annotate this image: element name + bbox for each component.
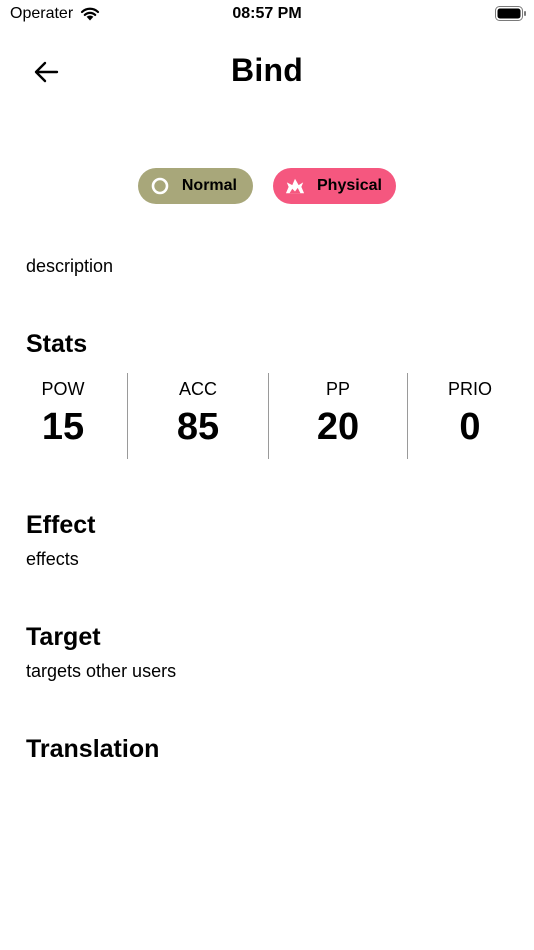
type-chips: Normal Physical	[0, 168, 534, 204]
circle-outline-icon	[150, 176, 170, 196]
move-detail-screen: Operater 08:57 PM Bind Normal Physical d…	[0, 0, 534, 950]
stat-label: POW	[41, 379, 85, 399]
stat-value: 15	[41, 406, 85, 448]
translation-heading: Translation	[26, 735, 160, 763]
stat-value: 85	[176, 406, 220, 448]
effect-text: effects	[26, 549, 79, 569]
stat-label: ACC	[178, 379, 217, 399]
stat-value: 0	[459, 406, 481, 448]
battery-icon	[495, 6, 526, 21]
stats-row: POW 15 ACC 85 PP 20 PRIO 0	[0, 373, 534, 459]
category-chip-label: Physical	[317, 177, 382, 194]
effect-heading: Effect	[26, 511, 96, 539]
page-title: Bind	[231, 52, 303, 88]
stat-acc: ACC 85	[128, 373, 268, 459]
stat-prio: PRIO 0	[408, 373, 532, 459]
stat-value: 20	[316, 406, 360, 448]
stat-label: PRIO	[447, 379, 492, 399]
move-description: description	[26, 256, 114, 276]
target-heading: Target	[26, 623, 101, 651]
status-bar: Operater 08:57 PM	[0, 0, 534, 30]
stat-pp: PP 20	[269, 373, 407, 459]
type-chip-label: Normal	[181, 177, 237, 194]
stats-heading: Stats	[26, 330, 88, 358]
target-text: targets other users	[26, 661, 177, 681]
category-chip-physical[interactable]: Physical	[273, 168, 396, 204]
stat-pow: POW 15	[13, 373, 113, 459]
status-time: 08:57 PM	[232, 5, 302, 22]
stat-label: PP	[325, 379, 350, 399]
physical-burst-icon	[285, 176, 305, 196]
type-chip-normal[interactable]: Normal	[138, 168, 253, 204]
